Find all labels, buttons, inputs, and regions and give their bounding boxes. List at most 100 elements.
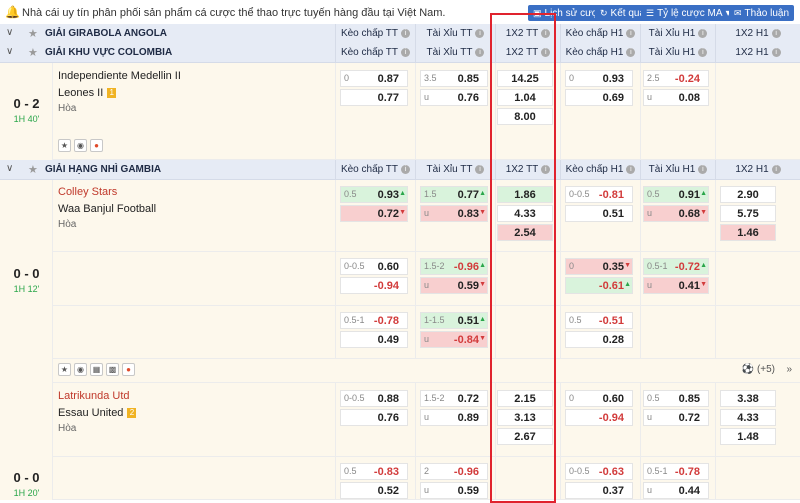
odds-cell[interactable]: 3.38 xyxy=(720,390,776,407)
expand-icon[interactable]: » xyxy=(786,364,792,375)
eye-icon[interactable]: ◉ xyxy=(74,363,87,376)
chevron-down-icon[interactable]: ∨ xyxy=(6,46,13,57)
odds-cell[interactable]: 0.72 ▼ xyxy=(340,205,408,222)
info-icon[interactable]: i xyxy=(698,164,708,174)
odds-cell[interactable]: u 0.08 xyxy=(643,89,709,106)
odds-cell[interactable]: 2.67 xyxy=(497,428,553,445)
odds-cell[interactable]: 2.54 xyxy=(497,224,553,241)
league-header[interactable]: ∨ ★ GIẢI GIRABOLA ANGOLA Kèo chấp TT i Tà… xyxy=(0,24,800,44)
odds-cell[interactable]: 0.69 xyxy=(565,89,633,106)
odds-cell[interactable]: 1.5-2 -0.96 ▲ xyxy=(420,258,488,275)
odds-cell[interactable]: 0 0.35 ▼ xyxy=(565,258,633,275)
home-team[interactable]: Latrikunda Utd xyxy=(58,390,130,402)
odds-cell[interactable]: u 0.83 ▼ xyxy=(420,205,488,222)
star-icon[interactable]: ★ xyxy=(28,27,38,40)
league-header[interactable]: ∨ ★ GIẢI KHU VỰC COLOMBIA Kèo chấp TT i T… xyxy=(0,43,800,63)
odds-cell[interactable]: 1.04 xyxy=(497,89,553,106)
odds-cell[interactable]: 2.5 -0.24 xyxy=(643,70,709,87)
odds-cell[interactable]: -0.61 ▲ xyxy=(565,277,633,294)
odds-cell[interactable]: u 0.59 xyxy=(420,482,488,499)
odds-cell[interactable]: 1.5 0.77 ▲ xyxy=(420,186,488,203)
odds-cell[interactable]: 0 0.87 xyxy=(340,70,408,87)
odds-cell[interactable]: 1-1.5 0.51 ▲ xyxy=(420,312,488,329)
odds-cell[interactable]: 5.75 xyxy=(720,205,776,222)
scoreboard-icon[interactable]: ▩ xyxy=(106,363,119,376)
odds-cell[interactable]: 3.13 xyxy=(497,409,553,426)
info-icon[interactable]: i xyxy=(771,47,781,57)
odds-cell[interactable]: u 0.72 xyxy=(643,409,709,426)
odds-cell[interactable]: 0.37 xyxy=(565,482,633,499)
odds-cell[interactable]: 3.5 0.85 xyxy=(420,70,488,87)
odds-cell[interactable]: 0.49 xyxy=(340,331,408,348)
info-icon[interactable]: i xyxy=(771,164,781,174)
odds-cell[interactable]: 2 -0.96 xyxy=(420,463,488,480)
odds-cell[interactable]: 0.5-1 -0.78 xyxy=(340,312,408,329)
odds-cell[interactable]: 4.33 xyxy=(497,205,553,222)
info-icon[interactable]: i xyxy=(541,47,551,57)
fire-icon[interactable]: ● xyxy=(90,139,103,152)
star-icon[interactable]: ★ xyxy=(58,363,71,376)
odds-cell[interactable]: 0 0.93 xyxy=(565,70,633,87)
odds-cell[interactable]: 14.25 xyxy=(497,70,553,87)
odds-cell[interactable]: 1.46 xyxy=(720,224,776,241)
league-header[interactable]: ∨ ★ GIẢI HẠNG NHÌ GAMBIA Kèo chấp TT i Tà… xyxy=(0,160,800,180)
odds-type-button[interactable]: ☰Tỷ lệ cược MA▾ xyxy=(641,5,736,21)
odds-cell[interactable]: 2.15 xyxy=(497,390,553,407)
odds-cell[interactable]: 0.51 xyxy=(565,205,633,222)
info-icon[interactable]: i xyxy=(541,164,551,174)
odds-cell[interactable]: 0.5 -0.83 xyxy=(340,463,408,480)
away-team[interactable]: Essau United 2 xyxy=(58,407,137,419)
stats-icon[interactable]: ▦ xyxy=(90,363,103,376)
info-icon[interactable]: i xyxy=(475,28,485,38)
odds-cell[interactable]: 0-0.5 0.60 xyxy=(340,258,408,275)
odds-cell[interactable]: u 0.41 ▼ xyxy=(643,277,709,294)
home-team[interactable]: Independiente Medellin II xyxy=(58,70,181,82)
odds-cell[interactable]: 0.5 -0.51 xyxy=(565,312,633,329)
away-team[interactable]: Waa Banjul Football xyxy=(58,203,156,215)
away-team[interactable]: Leones II 1 xyxy=(58,87,117,99)
info-icon[interactable]: i xyxy=(771,28,781,38)
discuss-button[interactable]: ✉ Thảo luận xyxy=(729,5,795,21)
info-icon[interactable]: i xyxy=(698,28,708,38)
chevron-down-icon[interactable]: ∨ xyxy=(6,163,13,174)
odds-cell[interactable]: 0.28 xyxy=(565,331,633,348)
chevron-down-icon[interactable]: ∨ xyxy=(6,27,13,38)
fire-icon[interactable]: ● xyxy=(122,363,135,376)
info-icon[interactable]: i xyxy=(475,47,485,57)
odds-cell[interactable]: -0.94 xyxy=(565,409,633,426)
more-markets-link[interactable]: ⚽ (+5) xyxy=(742,364,775,375)
info-icon[interactable]: i xyxy=(541,28,551,38)
star-icon[interactable]: ★ xyxy=(58,139,71,152)
odds-cell[interactable]: 0.5 0.93 ▲ xyxy=(340,186,408,203)
star-icon[interactable]: ★ xyxy=(28,46,38,59)
info-icon[interactable]: i xyxy=(626,47,636,57)
odds-cell[interactable]: u 0.68 ▼ xyxy=(643,205,709,222)
odds-cell[interactable]: 4.33 xyxy=(720,409,776,426)
odds-cell[interactable]: u 0.59 ▼ xyxy=(420,277,488,294)
odds-cell[interactable]: 0.77 xyxy=(340,89,408,106)
info-icon[interactable]: i xyxy=(475,164,485,174)
odds-cell[interactable]: 0.52 xyxy=(340,482,408,499)
odds-cell[interactable]: 0-0.5 -0.63 xyxy=(565,463,633,480)
info-icon[interactable]: i xyxy=(626,28,636,38)
odds-cell[interactable]: 0.5-1 -0.78 xyxy=(643,463,709,480)
odds-cell[interactable]: 0.5 0.91 ▲ xyxy=(643,186,709,203)
info-icon[interactable]: i xyxy=(401,47,411,57)
info-icon[interactable]: i xyxy=(401,28,411,38)
odds-cell[interactable]: u 0.44 xyxy=(643,482,709,499)
odds-cell[interactable]: 2.90 xyxy=(720,186,776,203)
odds-cell[interactable]: 0.76 xyxy=(340,409,408,426)
star-icon[interactable]: ★ xyxy=(28,163,38,176)
home-team[interactable]: Colley Stars xyxy=(58,186,117,198)
odds-cell[interactable]: 8.00 xyxy=(497,108,553,125)
eye-icon[interactable]: ◉ xyxy=(74,139,87,152)
odds-cell[interactable]: -0.94 xyxy=(340,277,408,294)
odds-cell[interactable]: 0-0.5 0.88 xyxy=(340,390,408,407)
odds-cell[interactable]: 1.48 xyxy=(720,428,776,445)
info-icon[interactable]: i xyxy=(698,47,708,57)
odds-cell[interactable]: u -0.84 ▼ xyxy=(420,331,488,348)
odds-cell[interactable]: 0.5-1 -0.72 ▲ xyxy=(643,258,709,275)
odds-cell[interactable]: 0 0.60 xyxy=(565,390,633,407)
odds-cell[interactable]: u 0.89 xyxy=(420,409,488,426)
odds-cell[interactable]: u 0.76 xyxy=(420,89,488,106)
